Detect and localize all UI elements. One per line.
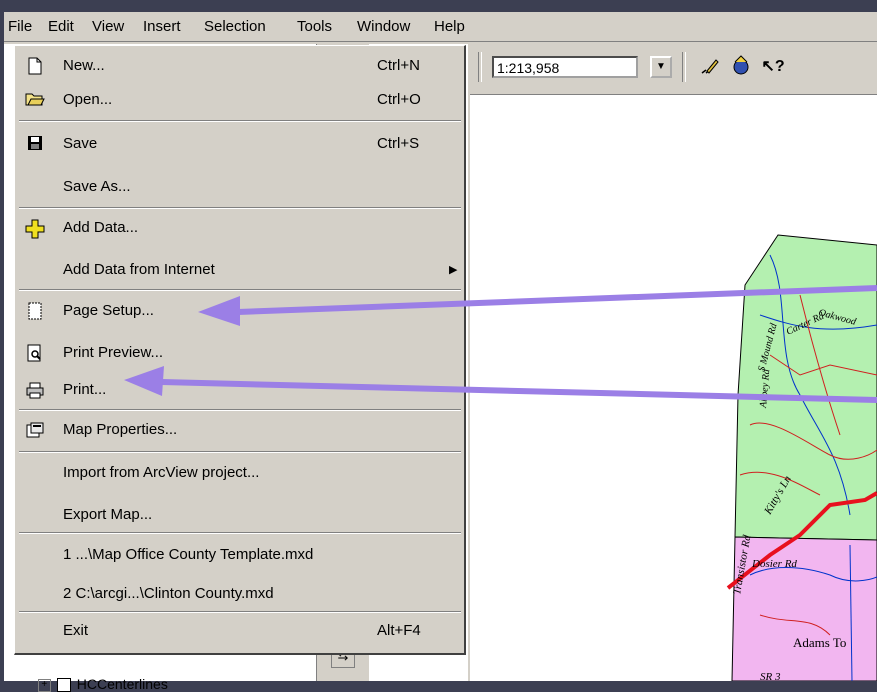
menu-item-recent-1[interactable]: 1 ...\Map Office County Template.mxd	[15, 539, 463, 572]
menu-item-label: Open...	[63, 91, 113, 108]
menu-separator	[19, 120, 461, 122]
menu-item-label: Save As...	[63, 178, 131, 195]
menu-item-map-properties[interactable]: Map Properties...	[15, 414, 463, 447]
menu-item-label: 1 ...\Map Office County Template.mxd	[63, 546, 314, 563]
menu-item-add-data[interactable]: Add Data...	[15, 212, 463, 245]
save-disk-icon	[25, 135, 45, 155]
menu-item-label: New...	[63, 57, 105, 74]
add-data-icon	[25, 219, 45, 239]
menu-item-print-preview[interactable]: Print Preview...	[15, 337, 463, 370]
printer-icon	[25, 381, 45, 401]
menu-item-shortcut: Ctrl+O	[377, 91, 421, 108]
menu-item-label: Add Data from Internet	[63, 261, 215, 278]
page-setup-icon	[25, 302, 45, 322]
menu-separator	[19, 532, 461, 534]
menu-item-shortcut: Ctrl+N	[377, 57, 420, 74]
layer-visibility-checkbox[interactable]	[56, 678, 71, 692]
editor-icon[interactable]	[696, 54, 722, 80]
menu-item-shortcut: Ctrl+S	[377, 135, 420, 152]
menu-separator	[19, 207, 461, 209]
map-display[interactable]: Dosier Rd Adams To Transistor Rd Kitty's…	[470, 95, 877, 683]
menu-insert[interactable]: Insert	[143, 18, 181, 35]
menu-item-save[interactable]: Save Ctrl+S	[15, 128, 463, 161]
whats-this-icon[interactable]: ↖?	[760, 54, 786, 80]
menu-item-label: Print Preview...	[63, 344, 164, 361]
standard-toolbar: 1:213,958 ▼ ↖?	[470, 44, 877, 95]
map-region-north	[734, 234, 877, 541]
map-properties-icon	[25, 421, 45, 441]
menu-file[interactable]: File	[8, 18, 32, 35]
menu-separator	[19, 451, 461, 453]
map-label-adams: Adams To	[793, 635, 846, 650]
menu-selection[interactable]: Selection	[204, 18, 266, 35]
new-document-icon	[25, 57, 45, 77]
identify-icon[interactable]	[728, 54, 754, 80]
menu-bar: File Edit View Insert Selection Tools Wi…	[4, 12, 877, 42]
menu-item-save-as[interactable]: Save As...	[15, 171, 463, 204]
menu-item-label: Add Data...	[63, 219, 139, 236]
menu-item-page-setup[interactable]: Page Setup...	[15, 295, 463, 328]
menu-item-add-data-internet[interactable]: Add Data from Internet ▶	[15, 254, 463, 287]
menu-item-label: 2 C:\arcgi...\Clinton County.mxd	[63, 585, 274, 602]
menu-item-label: Import from ArcView project...	[63, 464, 260, 481]
submenu-arrow-icon: ▶	[449, 264, 458, 276]
menu-item-label: Print...	[63, 381, 107, 398]
menu-item-import-arcview[interactable]: Import from ArcView project...	[15, 457, 463, 490]
menu-item-label: Map Properties...	[63, 421, 178, 438]
county-map: Dosier Rd Adams To Transistor Rd Kitty's…	[726, 234, 877, 683]
map-label-sr3: SR 3	[760, 671, 781, 681]
layer-name: HCCenterlines	[76, 676, 168, 692]
chevron-down-icon[interactable]: ▼	[650, 56, 672, 78]
print-preview-icon	[25, 344, 45, 364]
menu-separator	[19, 409, 461, 411]
menu-edit[interactable]: Edit	[48, 18, 74, 35]
menu-window[interactable]: Window	[357, 18, 410, 35]
menu-item-recent-2[interactable]: 2 C:\arcgi...\Clinton County.mxd	[15, 578, 463, 611]
menu-item-new[interactable]: New... Ctrl+N	[15, 50, 463, 83]
menu-item-label: Exit	[63, 622, 89, 639]
toc-layer-row[interactable]: + HCCenterlines	[30, 660, 168, 692]
map-label-dosier: Dosier Rd	[751, 558, 797, 570]
menu-view[interactable]: View	[92, 18, 124, 35]
menu-item-label: Page Setup...	[63, 302, 154, 319]
menu-separator	[19, 611, 461, 613]
open-folder-icon	[25, 91, 45, 111]
menu-item-label: Export Map...	[63, 506, 153, 523]
menu-item-label: Save	[63, 135, 98, 152]
menu-item-export-map[interactable]: Export Map...	[15, 499, 463, 532]
menu-tools[interactable]: Tools	[297, 18, 332, 35]
toolbar-separator	[682, 52, 686, 82]
map-scale-input[interactable]: 1:213,958	[492, 56, 638, 78]
menu-item-shortcut: Alt+F4	[377, 622, 421, 639]
file-menu-dropdown: New... Ctrl+N Open... Ctrl+O Save Ctrl+S…	[14, 45, 466, 655]
menu-item-open[interactable]: Open... Ctrl+O	[15, 84, 463, 117]
toolbar-separator	[478, 52, 482, 82]
menu-item-exit[interactable]: Exit Alt+F4	[15, 615, 463, 648]
menu-item-print[interactable]: Print...	[15, 374, 463, 407]
menu-separator	[19, 289, 461, 291]
menu-help[interactable]: Help	[434, 18, 465, 35]
